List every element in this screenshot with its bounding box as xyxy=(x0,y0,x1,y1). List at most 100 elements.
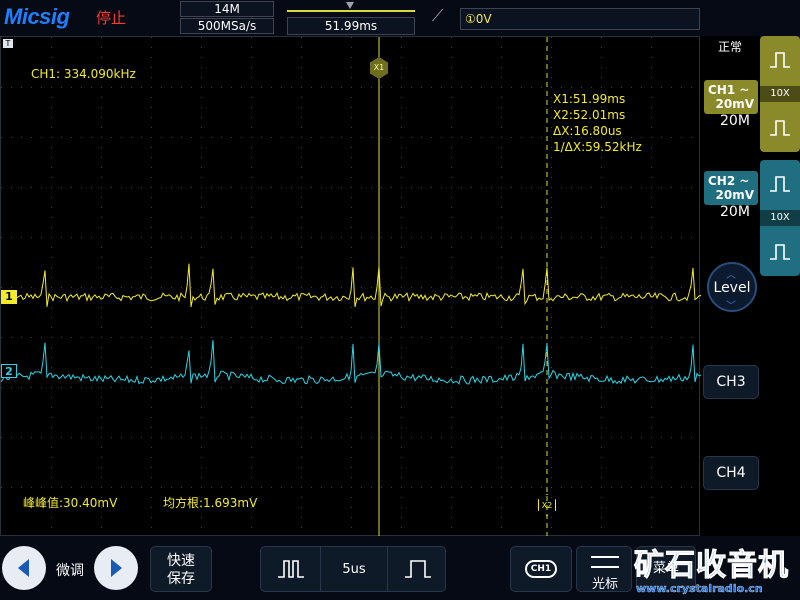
grid-dot xyxy=(651,407,652,408)
grid-dot xyxy=(551,237,552,238)
grid-dot xyxy=(151,467,152,468)
timebase-decrease-button[interactable] xyxy=(261,547,321,591)
grid-dot xyxy=(311,137,312,138)
run-stop-status[interactable]: 停止 xyxy=(96,7,126,28)
grid-dot xyxy=(281,387,282,388)
pulse-down-icon[interactable] xyxy=(764,232,796,272)
fine-left-button[interactable] xyxy=(2,546,46,590)
grid-dot xyxy=(471,437,472,438)
grid-dot xyxy=(211,187,212,188)
grid-dot xyxy=(251,87,252,88)
grid-dot xyxy=(591,337,592,338)
grid-dot xyxy=(241,337,242,338)
grid-dot xyxy=(601,167,602,168)
grid-dot xyxy=(111,137,112,138)
level-knob[interactable]: ︿ Level ﹀ xyxy=(707,262,757,312)
grid-dot xyxy=(301,397,302,398)
grid-dot xyxy=(171,437,172,438)
grid-dot xyxy=(101,127,102,128)
memory-depth[interactable]: 14M xyxy=(180,1,274,17)
grid-dot xyxy=(351,157,352,158)
fine-right-button[interactable] xyxy=(94,546,138,590)
grid-dot xyxy=(201,87,202,88)
grid-dot xyxy=(101,247,102,248)
rising-edge-icon[interactable]: ⟋ xyxy=(432,8,443,24)
grid-dot xyxy=(341,137,342,138)
grid-dot xyxy=(391,437,392,438)
grid-dot xyxy=(511,287,512,288)
ch3-button[interactable]: CH3 xyxy=(703,365,759,399)
grid-dot xyxy=(421,437,422,438)
grid-dot xyxy=(271,237,272,238)
grid-dot xyxy=(431,487,432,488)
grid-dot xyxy=(401,267,402,268)
grid-dot xyxy=(551,87,552,88)
grid-dot xyxy=(601,207,602,208)
narrow-pulse-icon xyxy=(277,560,304,578)
pulse-down-icon[interactable] xyxy=(764,108,796,148)
grid-dot xyxy=(651,127,652,128)
grid-dot xyxy=(131,437,132,438)
grid-dot xyxy=(361,337,362,338)
ch2-scale-badge[interactable]: CH2 ~ 20mV xyxy=(704,171,758,205)
grid-dot xyxy=(611,187,612,188)
ch1-scale-badge[interactable]: CH1 ~ 20mV xyxy=(704,80,758,114)
grid-dot xyxy=(111,437,112,438)
grid-dot xyxy=(11,187,12,188)
grid-dot xyxy=(51,337,52,338)
sample-rate[interactable]: 500MSa/s xyxy=(180,18,274,34)
grid-dot xyxy=(501,407,502,408)
grid-dot xyxy=(531,487,532,488)
grid-dot xyxy=(201,287,202,288)
trigger-level[interactable]: ①0V xyxy=(460,8,700,30)
grid-dot xyxy=(421,287,422,288)
grid-dot xyxy=(501,267,502,268)
grid-dot xyxy=(351,137,352,138)
ch2-offset-marker[interactable]: 2 xyxy=(1,364,17,378)
grid-dot xyxy=(591,387,592,388)
grid-dot xyxy=(231,437,232,438)
waveform-screen[interactable]: T CH1: 334.090kHz X1:51.99ms X2:52.01ms … xyxy=(0,36,701,537)
grid-dot xyxy=(151,117,152,118)
grid-dot xyxy=(301,77,302,78)
grid-dot xyxy=(151,147,152,148)
grid-dot xyxy=(51,417,52,418)
grid-dot xyxy=(281,187,282,188)
top-bar: Micsig 停止 14M 500MSa/s 51.99ms ⟋ ①0V xyxy=(0,0,800,36)
grid-dot xyxy=(41,87,42,88)
pulse-up-icon[interactable] xyxy=(764,164,796,204)
grid-dot xyxy=(441,437,442,438)
grid-dot xyxy=(11,337,12,338)
grid-dot xyxy=(451,77,452,78)
grid-dot xyxy=(361,237,362,238)
timebase-increase-button[interactable] xyxy=(387,547,447,591)
grid-dot xyxy=(21,87,22,88)
grid-dot xyxy=(201,57,202,58)
grid-dot xyxy=(1,337,2,338)
grid-dot xyxy=(471,187,472,188)
grid-dot xyxy=(301,417,302,418)
ch4-button[interactable]: CH4 xyxy=(703,456,759,490)
ch2-probe-ratio[interactable]: 10X xyxy=(760,210,800,226)
ch1-probe-ratio[interactable]: 10X xyxy=(760,86,800,102)
grid-dot xyxy=(261,287,262,288)
cursor-button[interactable]: 光标 xyxy=(576,546,632,592)
ch1-offset-marker[interactable]: 1 xyxy=(1,290,17,304)
grid-dot xyxy=(451,437,452,438)
channel-select-button[interactable]: CH1 xyxy=(510,546,572,592)
grid-dot xyxy=(21,187,22,188)
grid-dot xyxy=(151,287,152,288)
grid-dot xyxy=(561,487,562,488)
grid-dot xyxy=(671,437,672,438)
grid-dot xyxy=(691,87,692,88)
grid-dot xyxy=(401,277,402,278)
pulse-up-icon[interactable] xyxy=(764,40,796,80)
quick-save-button[interactable]: 快速 保存 xyxy=(150,546,212,592)
grid-dot xyxy=(541,237,542,238)
trigger-time-offset[interactable]: 51.99ms xyxy=(287,17,415,35)
grid-dot xyxy=(151,257,152,258)
grid-dot xyxy=(351,247,352,248)
grid-dot xyxy=(451,267,452,268)
grid-dot xyxy=(251,287,252,288)
grid-dot xyxy=(401,447,402,448)
